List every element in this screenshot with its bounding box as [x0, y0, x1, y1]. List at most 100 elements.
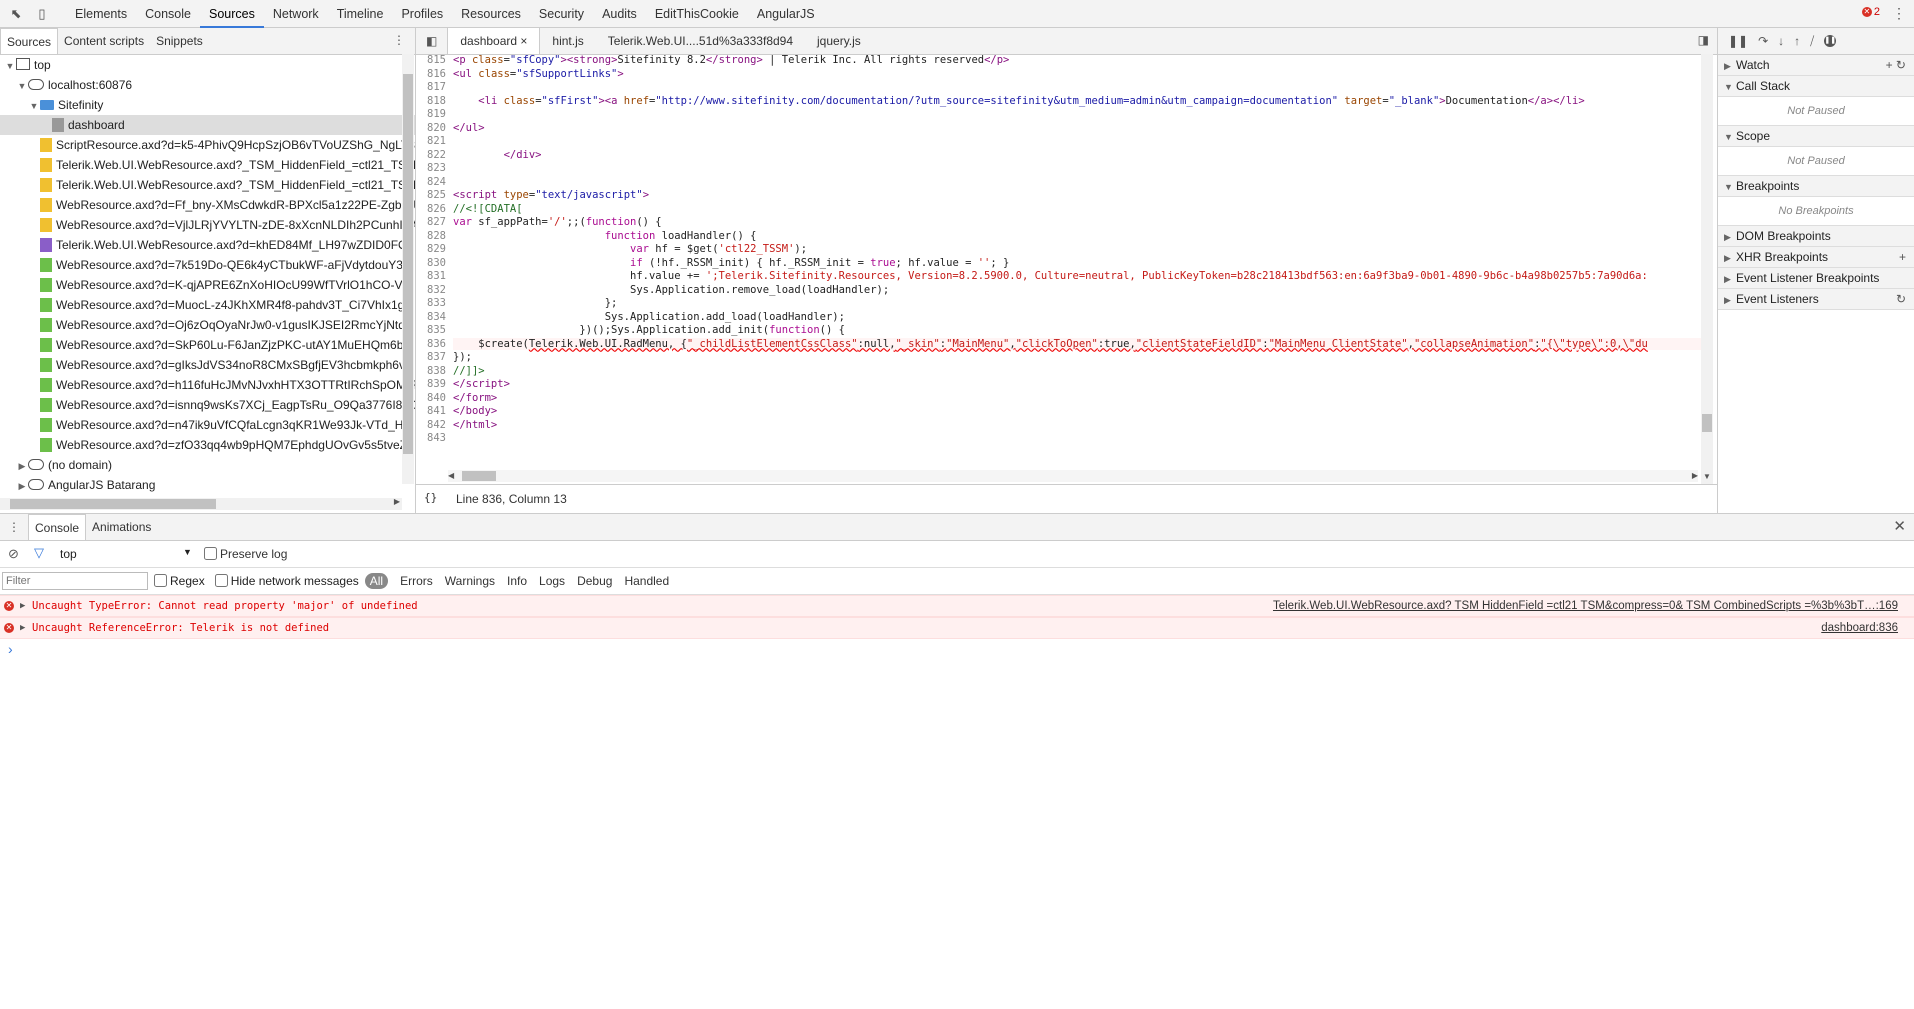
scroll-thumb[interactable] [1702, 414, 1712, 432]
device-mode-icon[interactable]: ▯ [34, 6, 50, 22]
line-number[interactable]: 819 [416, 108, 446, 120]
expand-icon[interactable]: ▶ [20, 596, 25, 616]
line-number[interactable]: 830 [416, 257, 446, 269]
line-number[interactable]: 837 [416, 351, 446, 363]
pause-on-exceptions-icon[interactable]: ❚❚ [1824, 35, 1837, 47]
line-number[interactable]: 817 [416, 81, 446, 93]
tree-item-file[interactable]: WebResource.axd?d=Ff_bny-XMsCdwkdR-BPXcl… [0, 195, 415, 215]
tree-item-file[interactable]: WebResource.axd?d=zfO33qq4wb9pHQM7EphdgU… [0, 435, 415, 455]
tree-item-file[interactable]: WebResource.axd?d=VjlJLRjYVYLTN-zDE-8xXc… [0, 215, 415, 235]
line-number[interactable]: 839 [416, 378, 446, 390]
clear-console-icon[interactable]: ⊘ [8, 546, 19, 562]
line-number[interactable]: 828 [416, 230, 446, 242]
hide-network-checkbox[interactable] [214, 574, 228, 587]
context-select[interactable]: top ▼ [60, 547, 195, 561]
code-view[interactable]: 815 816 817 818 819 820 821 822 823 824 825 826 827 8… [416, 54, 1701, 484]
tree-item-file[interactable]: WebResource.axd?d=MuocL-z4JKhXMR4f8-pahd… [0, 295, 415, 315]
error-counter[interactable]: ✕ 2 [1861, 6, 1880, 18]
level-handled[interactable]: Handled [618, 574, 675, 588]
tab-content-scripts[interactable]: Content scripts [58, 28, 150, 54]
deactivate-breakpoints-icon[interactable]: ⧸ [1810, 34, 1814, 49]
step-into-icon[interactable]: ↓ [1778, 34, 1784, 48]
scroll-thumb[interactable] [462, 471, 496, 481]
line-number[interactable]: 836 [416, 338, 446, 350]
line-number[interactable]: 840 [416, 392, 446, 404]
section-xhr-breakpoints[interactable]: ▶ XHR Breakpoints + [1718, 247, 1914, 268]
editor-tab-hint[interactable]: hint.js [540, 28, 595, 54]
tree-item-batarang[interactable]: ▶ AngularJS Batarang [0, 475, 415, 495]
line-number[interactable]: 827 [416, 216, 446, 228]
section-event-listeners[interactable]: ▶ Event Listeners ↻ [1718, 289, 1914, 310]
line-number[interactable]: 825 [416, 189, 446, 201]
line-number[interactable]: 841 [416, 405, 446, 417]
level-errors[interactable]: Errors [394, 574, 439, 588]
tab-sources[interactable]: Sources [199, 0, 264, 28]
tab-sources[interactable]: Sources [0, 28, 59, 54]
navigator-menu-icon[interactable]: ⋮ [393, 33, 405, 47]
tab-timeline[interactable]: Timeline [328, 0, 393, 28]
tab-audits[interactable]: Audits [593, 0, 646, 28]
section-scope[interactable]: ▼ Scope [1718, 126, 1914, 147]
section-watch[interactable]: ▶ Watch + ↻ [1718, 55, 1914, 76]
preserve-log-option[interactable]: Preserve log [204, 547, 287, 561]
source-link[interactable]: Telerik.Web.UI.WebResource.axd? TSM Hidd… [1273, 596, 1898, 616]
section-call-stack[interactable]: ▼ Call Stack [1718, 76, 1914, 97]
editor-tab-jquery[interactable]: jquery.js [805, 28, 873, 54]
scroll-right-icon[interactable]: ▶ [394, 497, 400, 506]
line-number[interactable]: 835 [416, 324, 446, 336]
line-number[interactable]: 822 [416, 149, 446, 161]
level-all[interactable]: All [364, 573, 389, 589]
tree-item-file[interactable]: WebResource.axd?d=K-qjAPRE6ZnXoHIOcU99Wf… [0, 275, 415, 295]
line-number[interactable]: 823 [416, 162, 446, 174]
line-number[interactable]: 838 [416, 365, 446, 377]
level-warnings[interactable]: Warnings [439, 574, 501, 588]
line-number[interactable]: 818 [416, 95, 446, 107]
tab-snippets[interactable]: Snippets [150, 28, 209, 54]
editor-tab-dashboard[interactable]: dashboard × [447, 28, 541, 54]
scroll-down-icon[interactable]: ▼ [1703, 472, 1711, 481]
tab-network[interactable]: Network [264, 0, 328, 28]
line-number[interactable]: 821 [416, 135, 446, 147]
line-number[interactable]: 824 [416, 176, 446, 188]
step-over-icon[interactable]: ↷ [1758, 34, 1768, 48]
tree-item-file[interactable]: Telerik.Web.UI.WebResource.axd?d=khED84M… [0, 235, 415, 255]
tree-item-file[interactable]: WebResource.axd?d=n47ik9uVfCQfaLcgn3qKR1… [0, 415, 415, 435]
scroll-thumb[interactable] [10, 499, 216, 509]
tab-console[interactable]: Console [136, 0, 200, 28]
section-event-listener-breakpoints[interactable]: ▶ Event Listener Breakpoints [1718, 268, 1914, 289]
line-number[interactable]: 833 [416, 297, 446, 309]
tree-item-file[interactable]: Telerik.Web.UI.WebResource.axd?_TSM_Hidd… [0, 175, 415, 195]
scroll-left-icon[interactable]: ◀ [448, 471, 454, 480]
tab-console[interactable]: Console [28, 514, 87, 540]
level-logs[interactable]: Logs [533, 574, 571, 588]
level-debug[interactable]: Debug [571, 574, 618, 588]
section-dom-breakpoints[interactable]: ▶ DOM Breakpoints [1718, 226, 1914, 247]
console-message-error[interactable]: ✕ ▶ Uncaught ReferenceError: Telerik is … [0, 617, 1914, 639]
scroll-right-icon[interactable]: ▶ [1692, 471, 1698, 480]
tab-profiles[interactable]: Profiles [392, 0, 452, 28]
tree-item-file[interactable]: WebResource.axd?d=h116fuHcJMvNJvxhHTX3OT… [0, 375, 415, 395]
line-number[interactable]: 815 [416, 54, 446, 66]
line-number[interactable]: 843 [416, 432, 446, 444]
section-action-icon[interactable]: + ↻ [1886, 55, 1906, 75]
scroll-thumb[interactable] [403, 74, 413, 454]
line-number[interactable]: 842 [416, 419, 446, 431]
preserve-log-checkbox[interactable] [204, 547, 217, 560]
editor-vertical-scrollbar[interactable]: ▼ [1701, 54, 1713, 484]
level-info[interactable]: Info [501, 574, 533, 588]
line-number[interactable]: 816 [416, 68, 446, 80]
line-number[interactable]: 820 [416, 122, 446, 134]
filter-icon[interactable]: ▽ [34, 545, 44, 561]
tree-item-file[interactable]: WebResource.axd?d=isnnq9wsKs7XCj_EagpTsR… [0, 395, 415, 415]
more-menu-icon[interactable]: ⋮ [1892, 5, 1906, 22]
tab-editthiscookie[interactable]: EditThisCookie [646, 0, 748, 28]
pause-icon[interactable]: ❚❚ [1728, 34, 1748, 48]
navigator-vertical-scrollbar[interactable] [402, 54, 414, 484]
editor-horizontal-scrollbar[interactable]: ◀ ▶ [448, 470, 1698, 482]
regex-option[interactable]: Regex [154, 574, 205, 588]
navigator-horizontal-scrollbar[interactable]: ▶ [0, 497, 402, 510]
console-prompt[interactable]: › [0, 639, 1914, 659]
source-link[interactable]: dashboard:836 [1821, 618, 1898, 638]
step-out-icon[interactable]: ↑ [1794, 34, 1800, 48]
drawer-menu-icon[interactable]: ⋮ [0, 514, 28, 540]
